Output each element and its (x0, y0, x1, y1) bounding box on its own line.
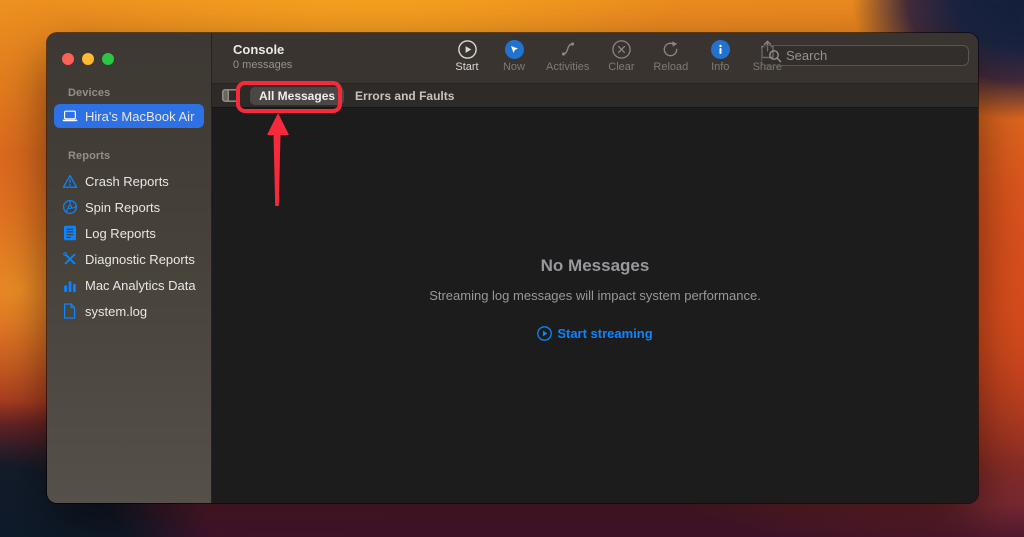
now-arrow-icon (504, 39, 524, 59)
warning-triangle-icon (61, 174, 78, 189)
info-icon (710, 39, 730, 59)
start-streaming-label: Start streaming (557, 326, 653, 341)
empty-state-subtitle: Streaming log messages will impact syste… (429, 288, 761, 303)
sidebar: Devices Hira's MacBook Air Reports Crash… (47, 33, 212, 503)
toolbar: Console 0 messages Start Now Activities … (212, 33, 978, 84)
start-button[interactable]: Start (452, 39, 482, 73)
window-title: Console (233, 42, 285, 57)
sidebar-item-mac-analytics[interactable]: Mac Analytics Data (54, 272, 204, 298)
clear-circle-icon (612, 39, 631, 59)
start-streaming-link[interactable]: Start streaming (537, 326, 653, 341)
window-controls (47, 33, 211, 65)
sidebar-item-label: system.log (85, 303, 148, 319)
empty-state-title: No Messages (540, 256, 650, 275)
toolbar-buttons: Start Now Activities Clear Reload Info S… (452, 39, 782, 73)
reload-icon (661, 39, 680, 59)
sidebar-item-crash-reports[interactable]: Crash Reports (54, 168, 204, 194)
filter-tabbar: All Messages Errors and Faults (212, 84, 978, 108)
activity-route-icon (559, 39, 577, 59)
empty-state: No Messages Streaming log messages will … (212, 256, 978, 346)
reports-section-header: Reports (68, 150, 111, 162)
sidebar-item-device[interactable]: Hira's MacBook Air (54, 104, 204, 128)
search-input[interactable] (786, 48, 962, 63)
play-circle-icon (537, 326, 553, 341)
search-icon (768, 49, 782, 63)
sidebar-toggle-icon[interactable] (222, 89, 239, 102)
sidebar-item-label: Spin Reports (85, 199, 161, 215)
sidebar-item-label: Hira's MacBook Air (85, 108, 195, 124)
console-window: Devices Hira's MacBook Air Reports Crash… (47, 33, 978, 503)
sidebar-item-system-log[interactable]: system.log (54, 298, 204, 324)
minimize-window-button[interactable] (82, 53, 94, 65)
bar-chart-icon (61, 278, 78, 293)
reports-list: Crash Reports Spin Reports Log Reports D… (47, 168, 211, 324)
document-icon (61, 303, 78, 319)
tab-all-messages[interactable]: All Messages (250, 86, 345, 105)
reload-button[interactable]: Reload (653, 39, 688, 73)
now-button[interactable]: Now (499, 39, 529, 73)
message-count: 0 messages (233, 59, 293, 71)
sidebar-item-spin-reports[interactable]: Spin Reports (54, 194, 204, 220)
sidebar-item-log-reports[interactable]: Log Reports (54, 220, 204, 246)
devices-section-header: Devices (68, 87, 111, 99)
play-circle-icon (457, 39, 477, 59)
sidebar-item-label: Log Reports (85, 225, 156, 241)
sidebar-item-diagnostic-reports[interactable]: Diagnostic Reports (54, 246, 204, 272)
info-button[interactable]: Info (705, 39, 735, 73)
close-window-button[interactable] (62, 53, 74, 65)
window-title-block: Console 0 messages (233, 42, 292, 71)
log-document-icon (61, 225, 78, 241)
laptop-icon (61, 110, 78, 122)
tools-icon (61, 251, 78, 267)
messages-pane: No Messages Streaming log messages will … (212, 108, 978, 503)
desktop-wallpaper: Devices Hira's MacBook Air Reports Crash… (0, 0, 1024, 537)
sidebar-item-label: Crash Reports (85, 173, 169, 189)
sidebar-item-label: Mac Analytics Data (85, 277, 196, 293)
activities-button[interactable]: Activities (546, 39, 589, 73)
clear-button[interactable]: Clear (606, 39, 636, 73)
tab-errors-and-faults[interactable]: Errors and Faults (355, 89, 454, 103)
spinner-icon (61, 199, 78, 215)
search-field[interactable] (761, 45, 969, 66)
sidebar-item-label: Diagnostic Reports (85, 251, 195, 267)
zoom-window-button[interactable] (102, 53, 114, 65)
main-area: Console 0 messages Start Now Activities … (212, 33, 978, 503)
